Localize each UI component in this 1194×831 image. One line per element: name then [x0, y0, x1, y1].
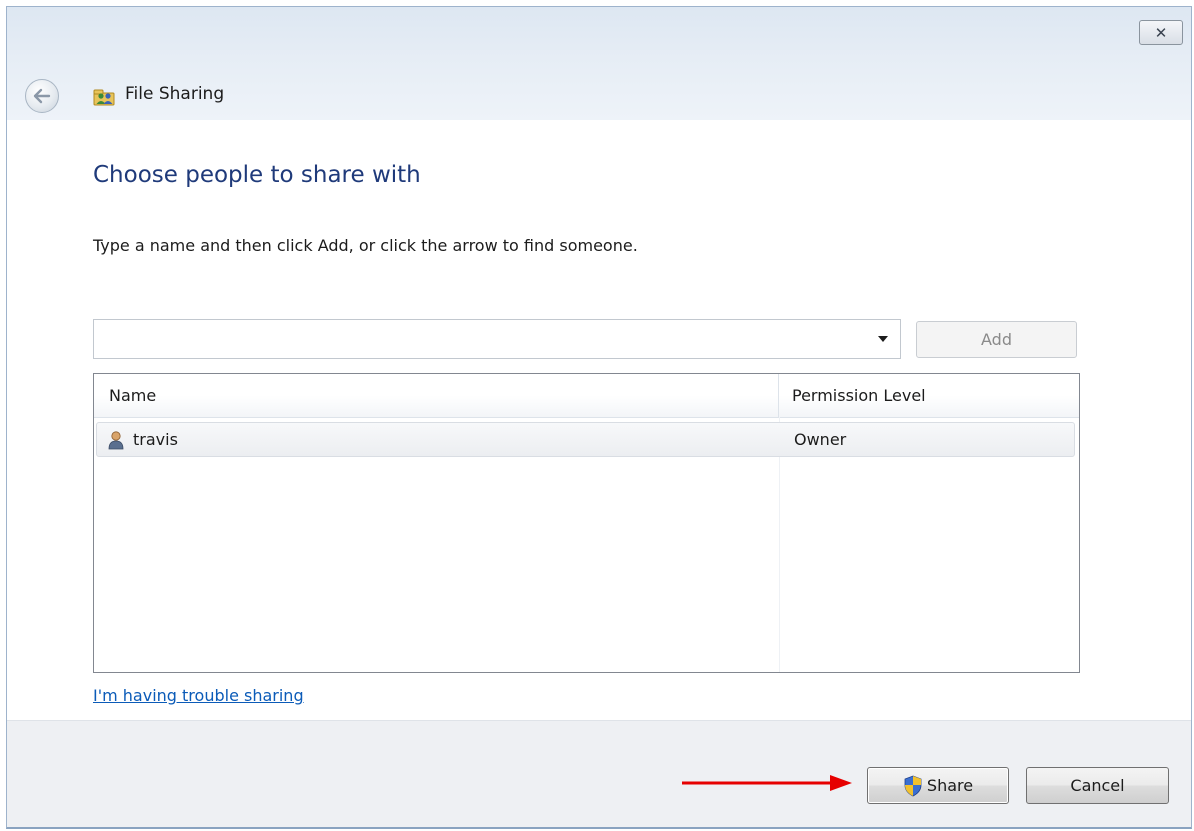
trouble-sharing-link[interactable]: I'm having trouble sharing — [93, 686, 304, 705]
row-name-text: travis — [133, 430, 178, 449]
red-arrow-annotation — [682, 775, 852, 791]
column-header-permission[interactable]: Permission Level — [779, 374, 1079, 417]
footer-bar — [7, 720, 1191, 827]
close-icon: ✕ — [1154, 23, 1168, 42]
column-header-name[interactable]: Name — [94, 374, 779, 417]
title-bar: ✕ File Sharing — [7, 7, 1191, 120]
user-icon — [108, 430, 124, 449]
uac-shield-icon — [904, 775, 922, 796]
name-input[interactable] — [100, 326, 864, 354]
name-combobox[interactable] — [93, 319, 901, 359]
close-button[interactable]: ✕ — [1139, 20, 1183, 45]
instruction-text: Type a name and then click Add, or click… — [93, 236, 638, 255]
file-sharing-window: ✕ File Sharing Choose people to share wi… — [6, 6, 1192, 829]
cancel-button[interactable]: Cancel — [1026, 767, 1169, 804]
chevron-down-icon — [878, 336, 888, 342]
row-name-cell: travis — [107, 423, 178, 456]
dropdown-arrow-button[interactable] — [870, 324, 896, 354]
back-button[interactable] — [25, 79, 59, 113]
window-title: File Sharing — [125, 84, 225, 104]
share-button-label: Share — [926, 776, 974, 795]
sharing-list: Name Permission Level travis Owner — [93, 373, 1080, 673]
row-permission-cell[interactable]: Owner — [794, 423, 846, 456]
list-header: Name Permission Level — [94, 374, 1079, 418]
back-arrow-icon — [33, 88, 51, 104]
table-row[interactable]: travis Owner — [96, 422, 1075, 457]
page-heading: Choose people to share with — [93, 162, 421, 188]
share-button[interactable]: Share — [867, 767, 1009, 804]
add-button[interactable]: Add — [916, 321, 1077, 358]
file-sharing-icon — [93, 89, 115, 106]
